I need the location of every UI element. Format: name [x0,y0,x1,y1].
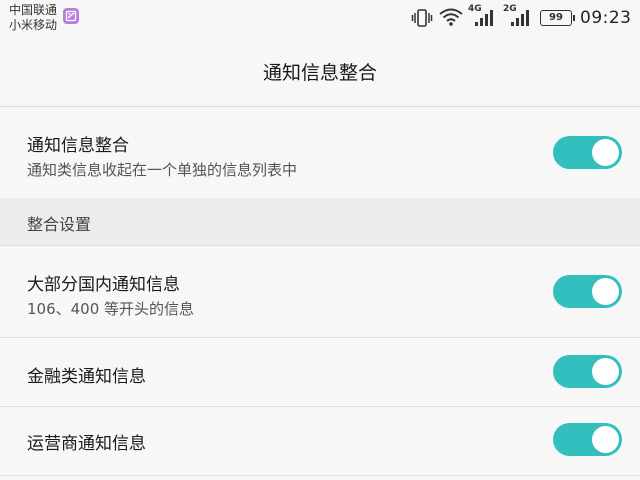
section-header: 整合设置 [0,198,640,246]
vibrate-icon [411,9,433,27]
toggle-knob [592,358,619,385]
battery-tip [573,15,575,21]
toggle-knob [592,278,619,305]
toggle-knob [592,426,619,453]
setting-subtitle: 通知类信息收起在一个单独的信息列表中 [27,161,298,179]
battery-icon: 99 [540,10,572,26]
carrier-1: 中国联通 [9,3,58,17]
finance-notification-toggle[interactable] [553,355,622,388]
section-label: 整合设置 [27,215,92,234]
setting-row-carrier[interactable]: 运营商通知信息 [0,407,640,476]
title-bar: 通知信息整合 [0,38,640,107]
setting-row-domestic[interactable]: 大部分国内通知信息 106、400 等开头的信息 [0,246,640,338]
notification-merge-toggle[interactable] [553,136,622,169]
setting-title: 大部分国内通知信息 [27,275,180,295]
signal-4g-icon [475,10,493,26]
carrier-info: 中国联通 小米移动 [9,3,57,33]
setting-title: 金融类通知信息 [27,367,146,387]
status-bar: 中国联通 小米移动 4G 2G 99 09:23 [0,0,640,38]
setting-title: 通知信息整合 [27,136,129,156]
wifi-icon [439,8,463,26]
setting-row-notification-merge[interactable]: 通知信息整合 通知类信息收起在一个单独的信息列表中 [0,107,640,199]
page-title: 通知信息整合 [262,62,377,84]
toggle-knob [592,139,619,166]
carrier-notification-toggle[interactable] [553,423,622,456]
setting-title: 运营商通知信息 [27,434,146,454]
carrier-2: 小米移动 [9,18,58,32]
battery-level: 99 [549,12,563,23]
setting-subtitle: 106、400 等开头的信息 [27,300,195,318]
domestic-notification-toggle[interactable] [553,275,622,308]
setting-row-finance[interactable]: 金融类通知信息 [0,338,640,407]
app-notification-icon [63,8,79,24]
signal-2g-icon [511,10,529,26]
clock: 09:23 [580,8,632,28]
